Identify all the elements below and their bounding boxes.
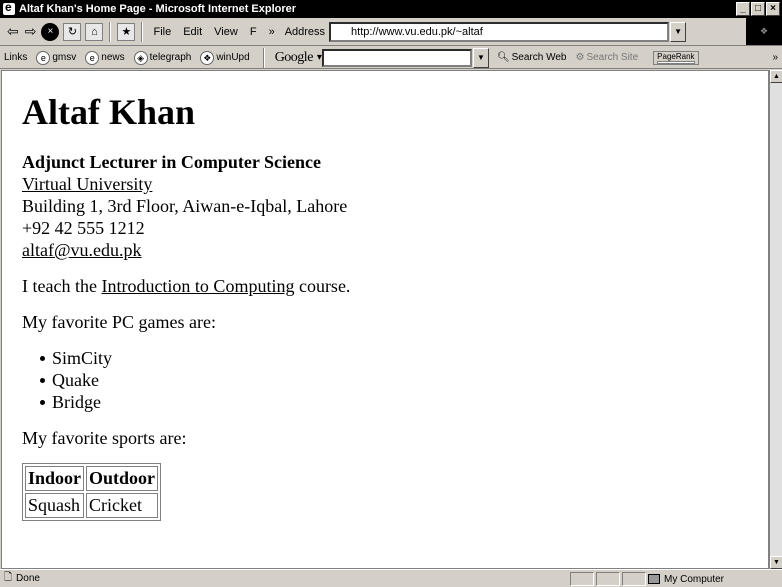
pagerank-bar bbox=[657, 60, 696, 64]
teaching-paragraph: I teach the Introduction to Computing co… bbox=[22, 275, 748, 297]
link-winupd[interactable]: ❖ winUpd bbox=[200, 50, 250, 65]
status-panel bbox=[570, 572, 594, 586]
search-site-label: Search Site bbox=[586, 52, 639, 63]
link-telegraph[interactable]: ◈ telegraph bbox=[133, 50, 192, 65]
toolbar-separator bbox=[262, 47, 265, 68]
menu-file[interactable]: File bbox=[153, 26, 171, 38]
close-button[interactable]: × bbox=[766, 2, 780, 16]
email-link[interactable]: altaf@vu.edu.pk bbox=[22, 240, 142, 260]
menu-edit[interactable]: Edit bbox=[183, 26, 202, 38]
status-panel bbox=[596, 572, 620, 586]
computer-icon bbox=[648, 574, 660, 584]
university-link[interactable]: Virtual University bbox=[22, 174, 152, 194]
google-search-input[interactable] bbox=[321, 48, 472, 67]
link-label: news bbox=[101, 52, 125, 63]
page-heading: Altaf Khan bbox=[22, 92, 196, 132]
link-label: telegraph bbox=[149, 52, 192, 63]
minimize-button[interactable]: _ bbox=[736, 2, 750, 16]
search-site-button[interactable]: ⚙ Search Site bbox=[575, 52, 638, 63]
sports-intro: My favorite sports are: bbox=[22, 428, 187, 448]
binoculars-icon: 🔍︎ bbox=[496, 52, 510, 63]
status-text: Done bbox=[16, 573, 40, 584]
table-row: Squash Cricket bbox=[25, 493, 159, 518]
links-chevron[interactable]: » bbox=[772, 52, 778, 63]
links-bar: Links e gmsv e news ◈ telegraph ❖ winUpd… bbox=[0, 47, 782, 69]
course-link[interactable]: Introduction to Computing bbox=[101, 276, 294, 296]
status-panel bbox=[622, 572, 646, 586]
job-title: Adjunct Lecturer in Computer Science bbox=[22, 152, 321, 172]
search-web-label: Search Web bbox=[511, 52, 567, 63]
link-label: gmsv bbox=[52, 52, 77, 63]
link-news[interactable]: e news bbox=[85, 50, 125, 65]
windows-update-icon: ❖ bbox=[200, 50, 215, 65]
search-web-button[interactable]: 🔍︎ Search Web bbox=[497, 52, 567, 63]
window-title: Altaf Khan's Home Page - Microsoft Inter… bbox=[19, 3, 297, 15]
pagerank-indicator[interactable]: PageRank bbox=[653, 50, 700, 65]
table-header: Outdoor bbox=[86, 466, 159, 491]
scroll-up-icon[interactable]: ▲ bbox=[770, 70, 782, 83]
pagerank-label: PageRank bbox=[657, 51, 695, 61]
windows-throbber-icon: ❖ bbox=[746, 18, 782, 45]
forward-icon[interactable]: ⇨ bbox=[25, 23, 37, 40]
page-icon: e bbox=[85, 50, 100, 65]
google-dropdown-icon[interactable]: ▼ bbox=[472, 47, 489, 68]
security-zone: My Computer bbox=[648, 572, 748, 586]
page-content: Altaf Khan Adjunct Lecturer in Computer … bbox=[1, 70, 769, 569]
page-icon: e bbox=[36, 50, 51, 65]
vertical-scrollbar[interactable]: ▲ ▼ bbox=[769, 70, 782, 569]
favorites-icon[interactable]: ★ bbox=[117, 22, 136, 41]
table-header: Indoor bbox=[25, 466, 85, 491]
games-list: SimCity Quake Bridge bbox=[22, 347, 748, 413]
address-dropdown-icon[interactable]: ▼ bbox=[670, 21, 687, 42]
table-cell: Cricket bbox=[86, 493, 159, 518]
title-bar: Altaf Khan's Home Page - Microsoft Inter… bbox=[0, 0, 782, 18]
list-item: Bridge bbox=[40, 391, 748, 413]
page-icon: 🗋︎ bbox=[4, 572, 13, 583]
games-intro: My favorite PC games are: bbox=[22, 312, 216, 332]
links-label: Links bbox=[4, 52, 28, 63]
window-buttons: _ □ × bbox=[736, 2, 780, 16]
table-header-row: Indoor Outdoor bbox=[25, 466, 159, 491]
menu-view[interactable]: View bbox=[214, 26, 238, 38]
scroll-down-icon[interactable]: ▼ bbox=[770, 556, 782, 569]
menu-favorites[interactable]: F bbox=[250, 26, 257, 38]
sports-table: Indoor Outdoor Squash Cricket bbox=[22, 463, 162, 521]
standard-toolbar: ⇦ ⇨ × ↻ ⌂ ★ File Edit View F » Address h… bbox=[0, 18, 782, 46]
refresh-icon[interactable]: ↻ bbox=[63, 22, 82, 41]
menu-chevron[interactable]: » bbox=[269, 26, 275, 38]
search-site-icon: ⚙ bbox=[575, 52, 585, 63]
link-label: winUpd bbox=[216, 52, 250, 63]
list-item: SimCity bbox=[40, 347, 748, 369]
maximize-button[interactable]: □ bbox=[751, 2, 765, 16]
phone-number: +92 42 555 1212 bbox=[22, 218, 145, 238]
toolbar-separator bbox=[109, 21, 112, 42]
status-bar: 🗋︎ Done My Computer bbox=[0, 569, 782, 587]
toolbar-separator bbox=[141, 21, 144, 42]
address-label: Address bbox=[284, 25, 326, 38]
teach-suffix: course. bbox=[294, 276, 351, 296]
google-logo[interactable]: Google bbox=[275, 50, 314, 66]
ie-icon bbox=[3, 0, 15, 15]
list-item: Quake bbox=[40, 369, 748, 391]
home-icon[interactable]: ⌂ bbox=[85, 22, 104, 41]
teach-prefix: I teach the bbox=[22, 276, 102, 296]
table-cell: Squash bbox=[25, 493, 85, 518]
zone-label: My Computer bbox=[664, 573, 725, 585]
address-input[interactable]: http://www.vu.edu.pk/~altaf bbox=[329, 21, 670, 42]
link-gmsv[interactable]: e gmsv bbox=[36, 50, 77, 65]
telegraph-icon: ◈ bbox=[133, 50, 148, 65]
stop-icon[interactable]: × bbox=[41, 22, 60, 41]
back-icon[interactable]: ⇦ bbox=[7, 23, 19, 40]
postal-address: Building 1, 3rd Floor, Aiwan-e-Iqbal, La… bbox=[22, 196, 348, 216]
